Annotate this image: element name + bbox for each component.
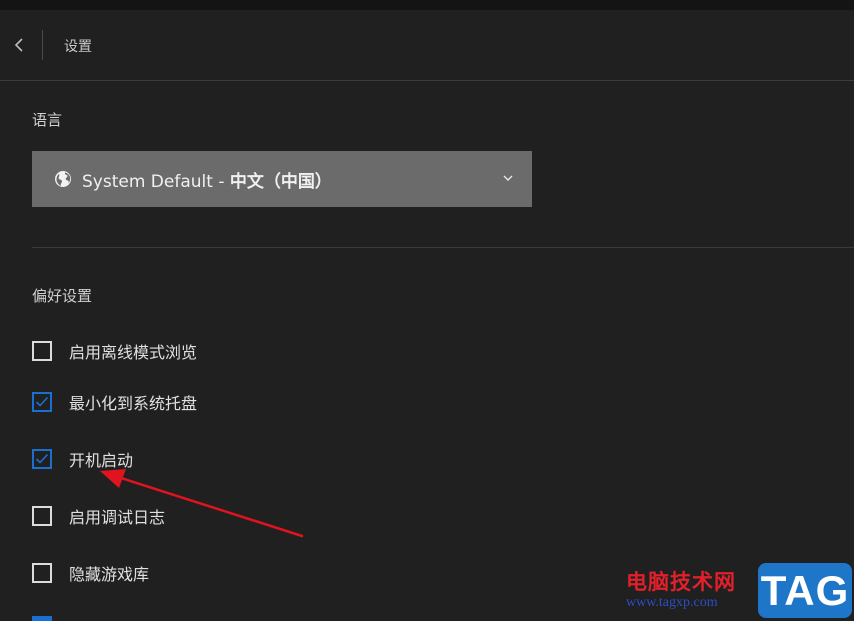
pref-label: 隐藏游戏库 xyxy=(69,565,150,584)
section-divider xyxy=(32,247,854,248)
checkbox-debug-logging[interactable] xyxy=(32,506,52,526)
pref-minimize-to-tray[interactable]: 最小化到系统托盘 xyxy=(32,391,197,413)
globe-icon xyxy=(54,170,72,188)
watermark-site-name: 电脑技术网 xyxy=(626,570,736,594)
checkmark-icon xyxy=(35,396,49,407)
chevron-left-icon xyxy=(14,38,23,52)
checkbox-offline-mode[interactable] xyxy=(32,341,52,361)
language-section-label: 语言 xyxy=(32,111,63,129)
pref-hide-library[interactable]: 隐藏游戏库 xyxy=(32,562,149,584)
pref-label: 启用调试日志 xyxy=(69,508,166,527)
window-top-strip xyxy=(0,0,854,10)
chevron-down-icon xyxy=(503,175,513,181)
header-separator xyxy=(0,80,854,81)
preferences-section-label: 偏好设置 xyxy=(32,287,93,305)
site-watermark: 电脑技术网 www.tagxp.com TAG xyxy=(620,562,854,621)
pref-label: 启用离线模式浏览 xyxy=(69,343,198,362)
header-divider xyxy=(42,30,43,60)
pref-offline-mode[interactable]: 启用离线模式浏览 xyxy=(32,340,197,362)
page-title: 设置 xyxy=(64,39,92,55)
pref-label: 开机启动 xyxy=(69,451,134,470)
language-select-value: System Default - 中文（中国） xyxy=(82,167,332,192)
pref-debug-logging[interactable]: 启用调试日志 xyxy=(32,505,165,527)
pref-label: 最小化到系统托盘 xyxy=(69,394,198,413)
watermark-badge: TAG xyxy=(758,563,852,618)
language-select-prefix: System Default - xyxy=(82,171,230,192)
checkbox-minimize-to-tray[interactable] xyxy=(32,392,52,412)
checkbox-partially-visible[interactable] xyxy=(32,616,52,621)
checkbox-hide-library[interactable] xyxy=(32,563,52,583)
back-button[interactable] xyxy=(6,32,32,58)
pref-launch-on-startup[interactable]: 开机启动 xyxy=(32,448,133,470)
language-select-current: 中文（中国） xyxy=(229,171,332,192)
checkmark-icon xyxy=(35,453,49,464)
checkbox-launch-on-startup[interactable] xyxy=(32,449,52,469)
language-select[interactable]: System Default - 中文（中国） xyxy=(32,151,532,207)
settings-header: 设置 xyxy=(0,10,854,80)
watermark-url: www.tagxp.com xyxy=(626,595,718,610)
